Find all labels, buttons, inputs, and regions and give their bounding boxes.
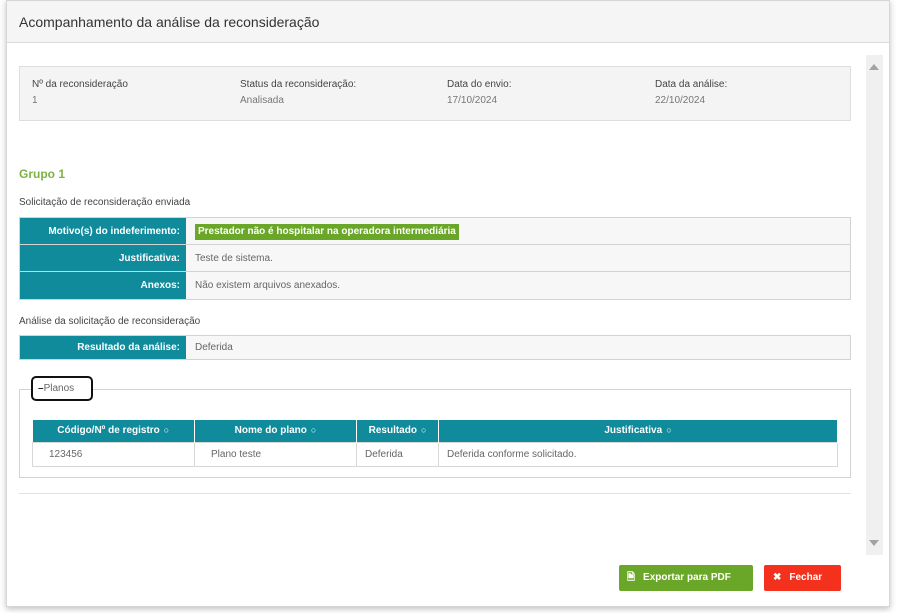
resultado-value: Deferida [186, 336, 850, 359]
col-codigo-header[interactable]: Código/Nº de registro ○ [32, 420, 195, 442]
justificativa-value: Teste de sistema. [186, 245, 850, 271]
solicitacao-section-title: Solicitação de reconsideração enviada [19, 197, 191, 208]
pdf-file-icon: 🗎 [627, 572, 636, 583]
cell-nome: Plano teste [194, 441, 357, 467]
scroll-up-arrow-icon[interactable] [869, 64, 879, 70]
planos-legend: Planos [43, 383, 75, 394]
divider [19, 493, 851, 494]
status-label: Status da reconsideração: [240, 79, 357, 90]
cell-resultado: Deferida [356, 441, 439, 467]
cell-justificativa: Deferida conforme solicitado. [438, 441, 838, 467]
reconsideration-summary: Nº da reconsideração 1 Status da reconsi… [19, 66, 851, 121]
close-icon: ✖ [773, 572, 782, 583]
sort-icon[interactable]: ○ [421, 425, 426, 435]
analise-label: Data da análise: [655, 79, 728, 90]
motivo-badge: Prestador não é hospitalar na operadora … [195, 224, 459, 240]
anexos-value: Não existem arquivos anexados. [186, 272, 850, 299]
analise-section-title: Análise da solicitação de reconsideração [19, 316, 201, 327]
summary-analise: Data da análise: 22/10/2024 [655, 79, 727, 106]
numero-label: Nº da reconsideração [32, 79, 128, 90]
status-value: Analisada [240, 95, 284, 106]
vertical-scrollbar[interactable] [866, 55, 883, 555]
modal-header: Acompanhamento da análise da reconsidera… [7, 1, 889, 43]
summary-numero: Nº da reconsideração 1 [32, 79, 128, 106]
anexos-row: Anexos: Não existem arquivos anexados. [20, 272, 850, 299]
group-title: Grupo 1 [19, 167, 66, 181]
analise-value: 22/10/2024 [655, 95, 706, 106]
modal-title: Acompanhamento da análise da reconsidera… [19, 14, 320, 30]
resultado-row: Resultado da análise: Deferida [20, 336, 850, 359]
export-pdf-button[interactable]: 🗎 Exportar para PDF [619, 565, 753, 591]
close-button[interactable]: ✖ Fechar [764, 565, 841, 591]
sort-icon[interactable]: ○ [164, 425, 169, 435]
sort-icon[interactable]: ○ [311, 425, 316, 435]
table-row: 123456 Plano teste Deferida Deferida con… [32, 441, 838, 467]
sort-icon[interactable]: ○ [666, 425, 671, 435]
numero-value: 1 [32, 95, 38, 106]
anexos-key: Anexos: [20, 272, 186, 299]
analise-table: Resultado da análise: Deferida [19, 335, 851, 360]
export-pdf-label: Exportar para PDF [643, 572, 731, 583]
justificativa-key: Justificativa: [20, 245, 186, 271]
planos-table: Código/Nº de registro ○ Nome do plano ○ Re… [32, 420, 838, 467]
col-justificativa-header[interactable]: Justificativa ○ [438, 420, 838, 442]
summary-status: Status da reconsideração: Analisada [240, 79, 356, 106]
col-resultado-header[interactable]: Resultado ○ [356, 420, 439, 442]
planos-toggle[interactable]: –Planos [31, 376, 93, 401]
motivo-value-cell: Prestador não é hospitalar na operadora … [186, 218, 850, 244]
cell-codigo: 123456 [32, 441, 195, 467]
justificativa-row: Justificativa: Teste de sistema. [20, 245, 850, 272]
summary-envio: Data do envio: 17/10/2024 [447, 79, 512, 106]
envio-label: Data do envio: [447, 79, 512, 90]
motivo-row: Motivo(s) do indeferimento: Prestador nã… [20, 218, 850, 245]
envio-value: 17/10/2024 [447, 95, 498, 106]
motivo-key: Motivo(s) do indeferimento: [20, 218, 186, 244]
reconsideration-modal: Acompanhamento da análise da reconsidera… [6, 0, 890, 607]
planos-header-row: Código/Nº de registro ○ Nome do plano ○ Re… [32, 420, 838, 442]
resultado-key: Resultado da análise: [20, 336, 186, 359]
solicitacao-table: Motivo(s) do indeferimento: Prestador nã… [19, 217, 851, 300]
scroll-down-arrow-icon[interactable] [869, 540, 879, 546]
col-nome-header[interactable]: Nome do plano ○ [194, 420, 357, 442]
close-label: Fechar [789, 572, 823, 583]
